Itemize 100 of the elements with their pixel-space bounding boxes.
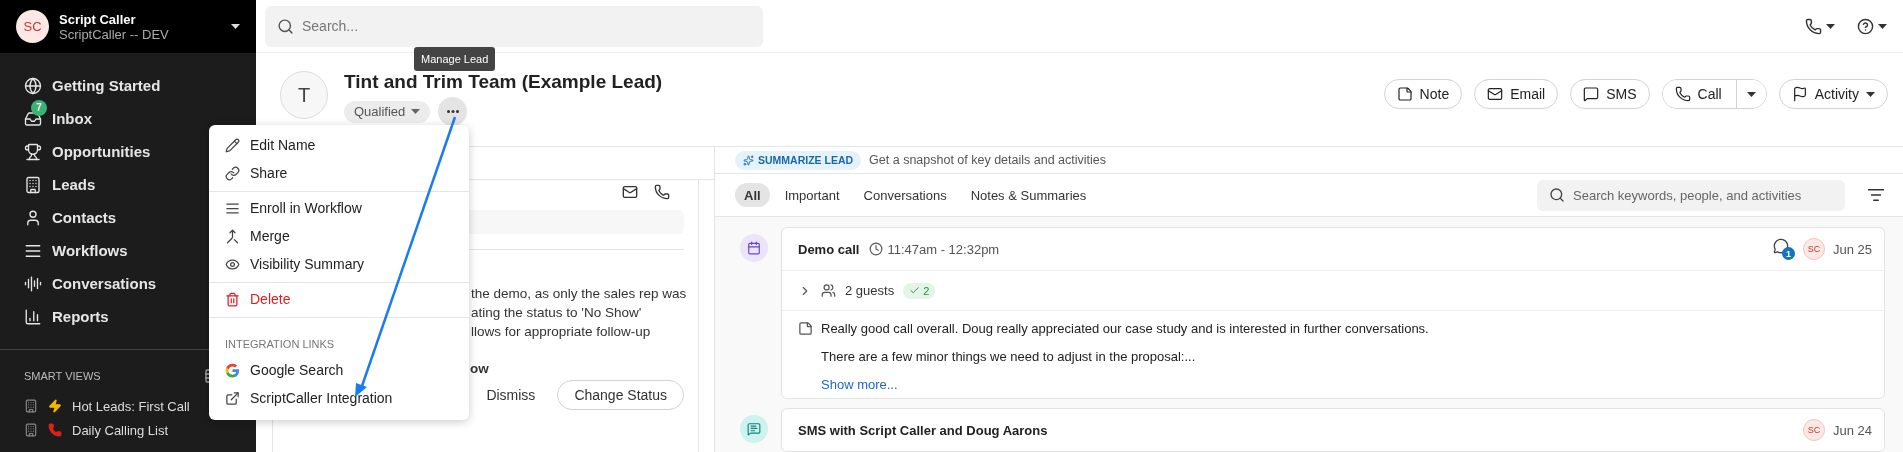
search-icon <box>1549 187 1565 204</box>
change-status-button[interactable]: Change Status <box>557 380 684 410</box>
account-subtitle: ScriptCaller -- DEV <box>59 26 170 42</box>
unread-count: 7 <box>31 99 47 116</box>
section-title: SMART VIEWS <box>24 370 101 382</box>
trash-icon <box>225 291 240 307</box>
phone-menu-button[interactable] <box>1805 17 1835 35</box>
suggestion-text: llows for appropriate follow-up <box>471 324 652 340</box>
menu-item[interactable]: ScriptCaller Integration <box>209 384 469 412</box>
trophy-icon <box>24 142 42 161</box>
chat-icon <box>1583 86 1600 102</box>
activity-title: SMS with Script Caller and Doug Aarons <box>798 422 1048 438</box>
lightning-icon <box>48 399 62 413</box>
mail-icon[interactable] <box>622 184 638 200</box>
activity-date: Jun 24 <box>1832 422 1872 438</box>
globe-icon <box>24 76 42 95</box>
caret-icon <box>411 109 421 114</box>
building-icon <box>24 399 38 413</box>
note-text: There are a few minor things we need to adjust in the proposal:... <box>821 349 1197 365</box>
suggestion-text: the demo, as only the sales rep was <box>471 286 684 302</box>
menu-item[interactable]: Google Search <box>209 356 469 384</box>
show-more-link[interactable]: Show more... <box>821 377 1429 392</box>
activity-title: Demo call <box>798 241 860 257</box>
help-icon <box>1857 17 1874 35</box>
calendar-icon <box>740 234 768 262</box>
filter-tab[interactable]: Conversations <box>854 183 956 208</box>
action-button[interactable]: Note <box>1383 79 1463 109</box>
nav-label: Conversations <box>52 275 157 292</box>
more-button[interactable] <box>438 97 468 126</box>
filter-tab[interactable]: All <box>735 183 770 208</box>
nav-label: Leads <box>52 176 96 193</box>
suggestion-text: ating the status to 'No Show' <box>471 305 643 321</box>
nav-item[interactable]: Getting Started <box>0 69 256 102</box>
menu-item[interactable]: Merge <box>209 222 469 250</box>
clock-icon <box>869 242 884 256</box>
bar-chart-icon <box>24 307 42 326</box>
action-button[interactable]: SMS <box>1570 79 1650 109</box>
phone-icon <box>1805 17 1822 35</box>
person-icon <box>24 208 42 227</box>
eye-icon <box>225 256 240 272</box>
search-field[interactable]: Search... <box>265 5 763 47</box>
caret-icon <box>231 24 240 29</box>
call-button[interactable]: Call <box>1662 80 1737 108</box>
lead-avatar: T <box>280 71 328 119</box>
activity-time: 11:47am - 12:32pm <box>869 241 1000 257</box>
activity-search-field[interactable]: Search keywords, people, and activities <box>1537 179 1845 211</box>
note-icon <box>1396 86 1413 102</box>
filter-tab[interactable]: Important <box>775 183 849 208</box>
smart-view-label: Daily Calling List <box>72 422 169 438</box>
user-avatar: SC <box>1802 238 1825 260</box>
menu-item[interactable]: Enroll in Workflow <box>209 194 469 222</box>
menu-item[interactable]: Delete <box>209 285 469 313</box>
smart-view-item[interactable]: Daily Calling List <box>0 418 256 442</box>
action-dropdown[interactable]: Activity <box>1778 79 1888 109</box>
menu-section-title: INTEGRATION LINKS <box>224 337 336 352</box>
nav-label: Getting Started <box>52 77 161 94</box>
caret-icon <box>1866 91 1875 97</box>
activity-date: Jun 25 <box>1832 241 1872 257</box>
flag-icon <box>1791 86 1808 102</box>
merge-icon <box>225 228 240 244</box>
user-avatar: SC <box>1802 419 1825 441</box>
account-avatar[interactable]: SC <box>16 10 49 43</box>
comment-count: 1 <box>1781 247 1795 260</box>
message-icon <box>740 415 768 443</box>
nav-label: Inbox <box>52 110 92 127</box>
search-placeholder: Search... <box>302 18 359 34</box>
lead-title: Tint and Trim Team (Example Lead) <box>344 71 663 93</box>
dismiss-button[interactable]: Dismiss <box>480 386 542 404</box>
menu-item[interactable]: Share <box>209 159 469 187</box>
phone-icon <box>48 423 62 437</box>
caret-icon <box>1746 91 1756 97</box>
filter-tab[interactable]: Notes & Summaries <box>961 183 1096 208</box>
phone-icon[interactable] <box>654 184 670 200</box>
smart-view-label: Hot Leads: First Call <box>72 398 190 414</box>
summarize-button[interactable]: SUMMARIZE LEAD <box>735 150 862 170</box>
caret-icon <box>1878 23 1887 29</box>
caret-icon <box>1826 23 1835 29</box>
search-icon <box>277 17 294 35</box>
search-placeholder: Search keywords, people, and activities <box>1573 187 1802 203</box>
ellipsis-icon <box>446 110 459 113</box>
nav-label: Opportunities <box>52 143 151 160</box>
note-icon <box>798 321 813 336</box>
nav-label: Workflows <box>52 242 128 259</box>
lines-icon <box>225 200 240 216</box>
nav-label: Contacts <box>52 209 117 226</box>
building-icon <box>24 423 38 437</box>
mail-icon <box>1487 86 1504 102</box>
help-menu-button[interactable] <box>1857 17 1887 35</box>
accepted-count: 2 <box>903 282 936 299</box>
status-dropdown[interactable]: Qualified <box>344 100 431 123</box>
link-icon <box>225 165 240 181</box>
nav-label: Reports <box>52 308 109 325</box>
guests-icon <box>821 283 836 298</box>
tooltip: Manage Lead <box>414 47 496 71</box>
g-logo-icon <box>225 362 240 378</box>
phone-icon <box>1674 86 1691 102</box>
action-button[interactable]: Email <box>1474 79 1559 109</box>
external-link-icon <box>225 390 240 406</box>
menu-item[interactable]: Visibility Summary <box>209 250 469 278</box>
building-icon <box>24 175 42 194</box>
